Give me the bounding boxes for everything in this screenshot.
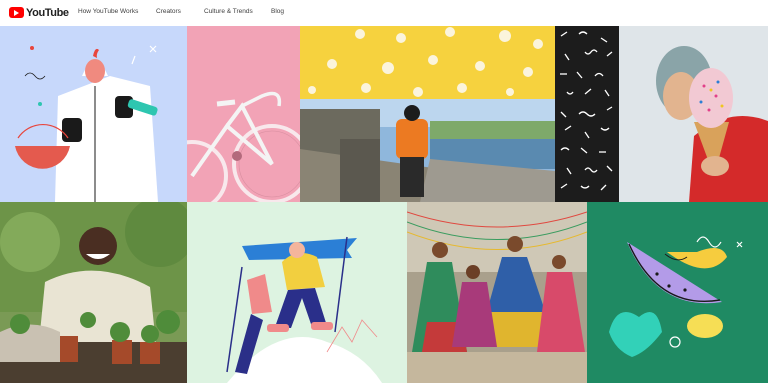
- ice-cream-photo-icon: [619, 26, 768, 202]
- squiggle-pattern-icon: [560, 31, 613, 191]
- gallery-tile-popcorn[interactable]: [300, 26, 555, 99]
- gallery-tile-climbers[interactable]: [187, 202, 407, 383]
- dancers-photo-icon: [407, 202, 587, 383]
- scientist-illustration-icon: [15, 45, 158, 202]
- gallery-tile-gardener[interactable]: [0, 202, 187, 383]
- gallery-tile-fruit[interactable]: [587, 202, 768, 383]
- gallery-tile-dancers[interactable]: [407, 202, 587, 383]
- motorcycle-rider-photo-icon: [300, 99, 555, 202]
- nav-how-youtube-works[interactable]: How YouTube Works: [78, 8, 138, 15]
- gardener-photo-icon: [0, 202, 187, 383]
- top-navigation: YouTube How YouTube Works Creators Cultu…: [0, 0, 768, 26]
- nav-culture-trends[interactable]: Culture & Trends: [204, 8, 253, 15]
- nav-blog[interactable]: Blog: [271, 8, 284, 15]
- mountain-climbers-illustration-icon: [226, 236, 382, 383]
- play-icon: [9, 7, 24, 18]
- popcorn-photo-icon: [308, 27, 543, 97]
- nav-creators[interactable]: Creators: [156, 8, 181, 15]
- brand-name: YouTube: [26, 6, 69, 19]
- fruit-illustration-icon: [609, 236, 743, 357]
- gallery-tile-ice-cream[interactable]: [619, 26, 768, 202]
- pink-bicycle-photo-icon: [187, 91, 300, 202]
- gallery-tile-pattern[interactable]: [555, 26, 619, 202]
- gallery-tile-scientist[interactable]: [0, 26, 187, 202]
- youtube-logo[interactable]: YouTube: [9, 5, 69, 20]
- gallery-tile-motorcycle[interactable]: [300, 99, 555, 202]
- gallery-tile-bicycle[interactable]: [187, 26, 300, 202]
